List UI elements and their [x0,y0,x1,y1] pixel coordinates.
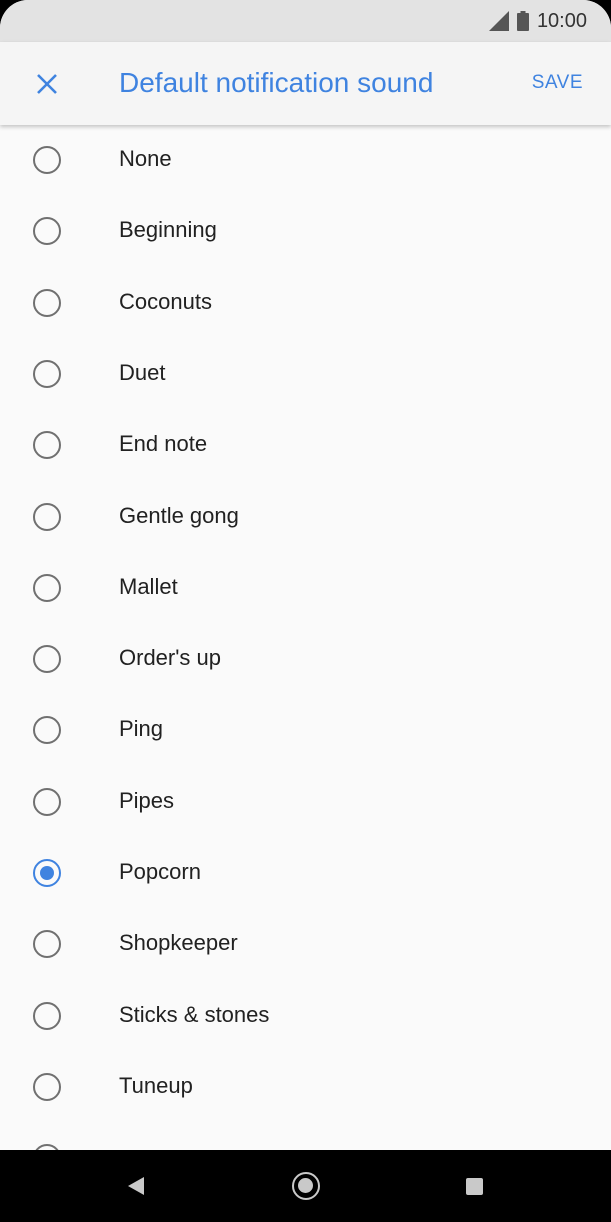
navigation-bar [0,1150,611,1222]
home-icon[interactable] [292,1172,320,1200]
status-bar: 10:00 [0,0,611,42]
radio-button[interactable] [33,1001,61,1030]
radio-button[interactable] [33,431,61,460]
close-button[interactable] [24,62,70,106]
sound-option-label: Mallet [119,573,178,599]
radio-button[interactable] [33,217,61,246]
battery-icon [516,11,529,31]
radio-button[interactable] [33,359,61,388]
radio-button[interactable] [33,288,61,317]
radio-button[interactable] [33,573,61,602]
close-icon [37,74,57,94]
back-icon[interactable] [126,1176,146,1196]
sound-option[interactable]: None [0,125,611,196]
sound-option-label: Gentle gong [119,502,239,528]
save-button[interactable]: SAVE [532,72,583,94]
radio-button[interactable] [33,930,61,959]
sound-option[interactable]: Tuneup [0,1052,611,1123]
sound-option[interactable]: Beginning [0,196,611,267]
sound-option-label: None [119,146,172,171]
sound-option[interactable]: Popcorn [0,838,611,909]
sound-option[interactable]: Pipes [0,767,611,838]
sound-option[interactable]: End note [0,410,611,481]
sound-option[interactable]: Mallet [0,553,611,624]
sound-option[interactable]: Sticks & stones [0,981,611,1052]
sound-option-label: Sticks & stones [119,1001,270,1027]
status-icons: 10:00 [488,8,587,34]
sound-option-label: Popcorn [119,859,201,884]
app-bar: Default notification sound SAVE [0,42,611,125]
sound-option[interactable]: Ping [0,695,611,766]
sound-option-label: Coconuts [119,288,212,314]
sound-option-label: Ping [119,716,164,742]
sound-option[interactable]: Duet [0,339,611,410]
sound-option[interactable]: Order's up [0,624,611,695]
recents-icon[interactable] [466,1178,483,1195]
radio-button[interactable] [33,787,61,816]
status-time: 10:00 [536,9,587,32]
sound-option[interactable]: Gentle gong [0,482,611,553]
radio-button-checked[interactable] [33,859,61,887]
sound-option-label: End note [119,431,208,457]
sound-option-label: Order's up [119,645,222,671]
phone-screen: 10:00 Default notification sound SAVE No… [0,0,611,1222]
sound-option[interactable]: Coconuts [0,268,611,339]
page-title: Default notification sound [119,67,434,98]
sound-option-label: Shopkeeper [119,930,238,956]
radio-button[interactable] [33,716,61,745]
radio-button[interactable] [33,146,61,174]
sound-option-label: Duet [119,359,166,385]
sound-option-label: Beginning [119,217,217,243]
radio-button[interactable] [33,645,61,674]
signal-icon [488,11,509,31]
radio-button[interactable] [33,1072,61,1101]
sound-option-label: Pipes [119,787,175,813]
sound-option-label: Tuneup [119,1072,193,1098]
sound-list[interactable]: None Beginning Coconuts Duet End note Gentle … [0,125,611,1150]
sound-option[interactable]: Shopkeeper [0,909,611,980]
sound-option[interactable] [0,1123,611,1150]
radio-button[interactable] [33,502,61,531]
